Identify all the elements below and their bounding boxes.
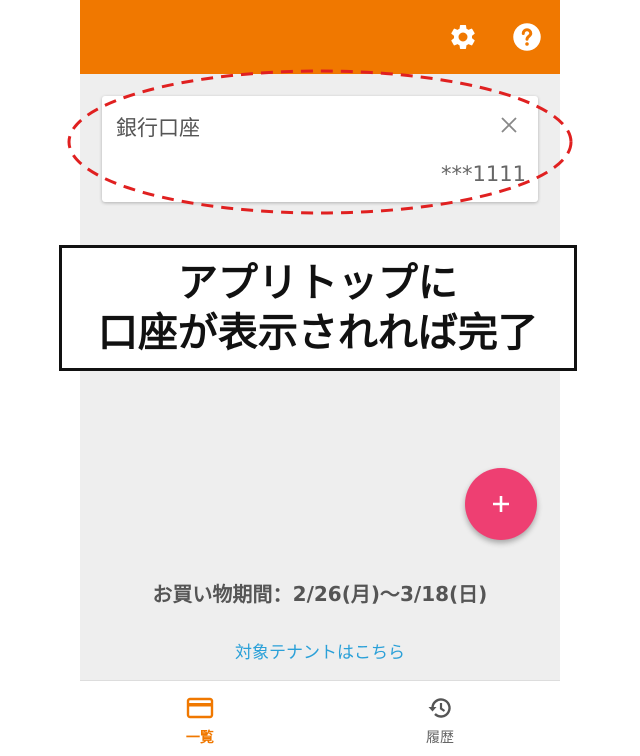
card-icon <box>186 697 214 719</box>
app-bar <box>80 0 560 74</box>
bottom-navigation: 一覧 履歴 <box>80 680 560 756</box>
instruction-box: アプリトップに 口座が表示されれば完了 <box>59 245 577 371</box>
nav-item-history[interactable]: 履歴 <box>320 681 560 756</box>
nav-item-list[interactable]: 一覧 <box>80 681 320 756</box>
gear-icon[interactable] <box>448 22 478 52</box>
plus-icon <box>493 496 509 512</box>
shopping-period: お買い物期間：2/26(月)〜3/18(日) <box>152 582 488 606</box>
instruction-line-1: アプリトップに <box>178 260 458 306</box>
nav-label-list: 一覧 <box>186 730 214 746</box>
add-button[interactable] <box>465 468 537 540</box>
highlight-ellipse <box>67 69 573 215</box>
nav-label-history: 履歴 <box>426 730 454 746</box>
history-icon <box>428 698 451 718</box>
tenant-link[interactable]: 対象テナントはこちら <box>80 638 560 663</box>
help-icon[interactable] <box>512 22 542 52</box>
instruction-line-2: 口座が表示されれば完了 <box>98 310 538 356</box>
